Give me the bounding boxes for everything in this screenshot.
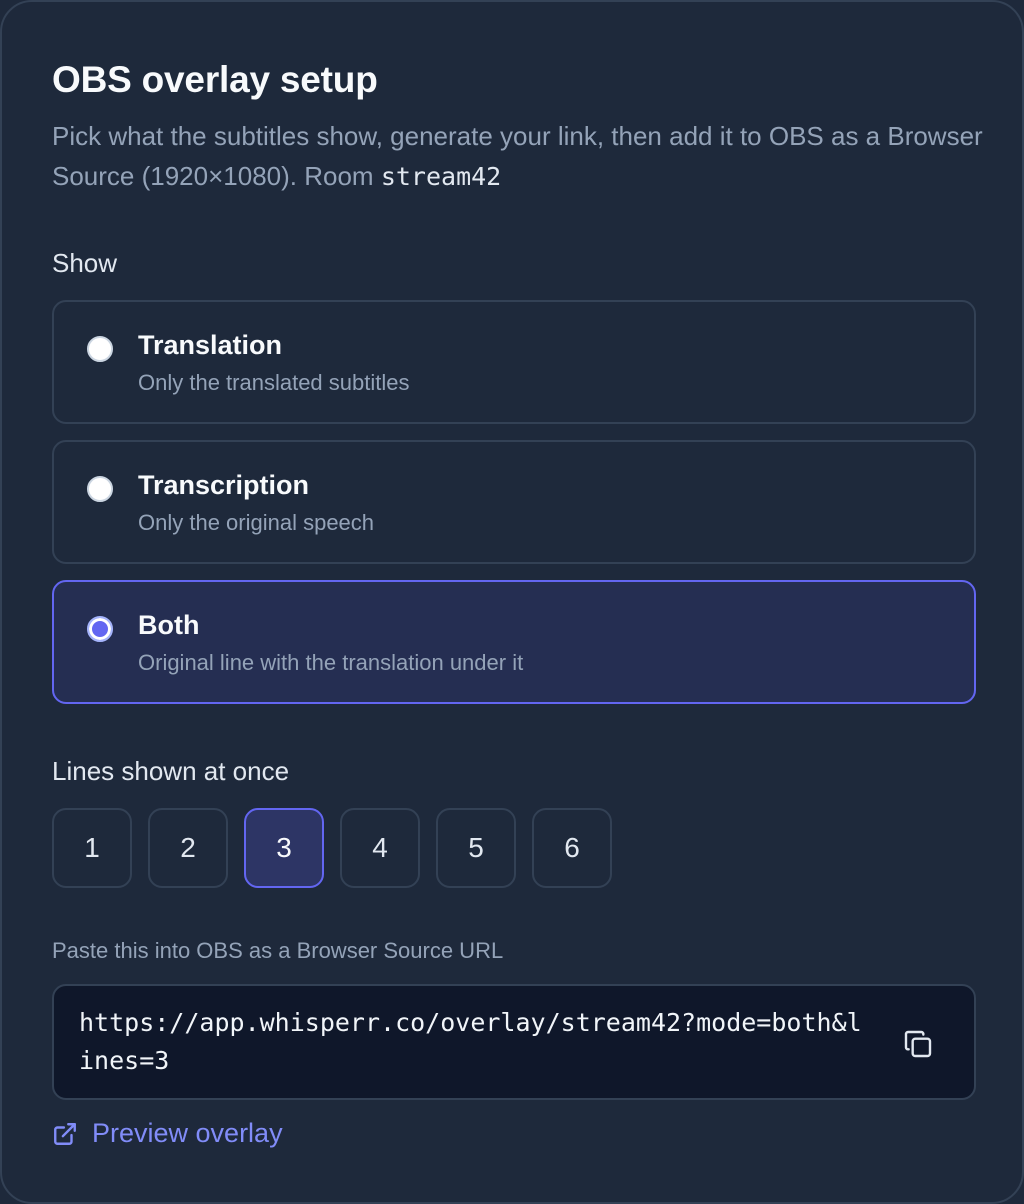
page-title: OBS overlay setup (52, 59, 378, 100)
lines-option-5[interactable]: 5 (436, 808, 516, 888)
preview-overlay-link[interactable]: Preview overlay (52, 1118, 283, 1149)
option-subtitle: Only the original speech (138, 510, 375, 535)
overlay-url-box[interactable]: https://app.whisperr.co/overlay/stream42… (52, 984, 976, 1100)
lines-option-3[interactable]: 3 (244, 808, 324, 888)
show-option-translation[interactable]: Translation Only the translated subtitle… (52, 300, 976, 424)
overlay-setup-card: OBS overlay setup Pick what the subtitle… (0, 0, 1024, 1204)
url-label: Paste this into OBS as a Browser Source … (52, 938, 504, 963)
option-title: Transcription (138, 470, 310, 500)
radio-transcription[interactable] (87, 476, 113, 502)
lines-option-2[interactable]: 2 (148, 808, 228, 888)
show-section-label: Show (52, 248, 118, 278)
option-title: Translation (138, 330, 283, 360)
external-link-icon (54, 1122, 76, 1145)
description-text: Pick what the subtitles show, generate y… (52, 121, 983, 191)
lines-section-label: Lines shown at once (52, 756, 290, 786)
room-code: stream42 (380, 162, 502, 191)
show-option-both[interactable]: Both Original line with the translation … (52, 580, 976, 704)
page-description: Pick what the subtitles show, generate y… (52, 116, 992, 197)
lines-option-1[interactable]: 1 (52, 808, 132, 888)
overlay-url[interactable]: https://app.whisperr.co/overlay/stream42… (79, 1004, 869, 1080)
lines-option-4[interactable]: 4 (340, 808, 420, 888)
option-subtitle: Only the translated subtitles (138, 370, 410, 395)
option-title: Both (138, 610, 200, 640)
show-option-transcription[interactable]: Transcription Only the original speech (52, 440, 976, 564)
copy-button[interactable] (896, 1022, 940, 1066)
option-subtitle: Original line with the translation under… (138, 650, 524, 675)
preview-link-label: Preview overlay (92, 1118, 283, 1148)
copy-icon (904, 1030, 932, 1058)
lines-option-6[interactable]: 6 (532, 808, 612, 888)
radio-translation[interactable] (87, 336, 113, 362)
radio-both[interactable] (87, 616, 113, 642)
